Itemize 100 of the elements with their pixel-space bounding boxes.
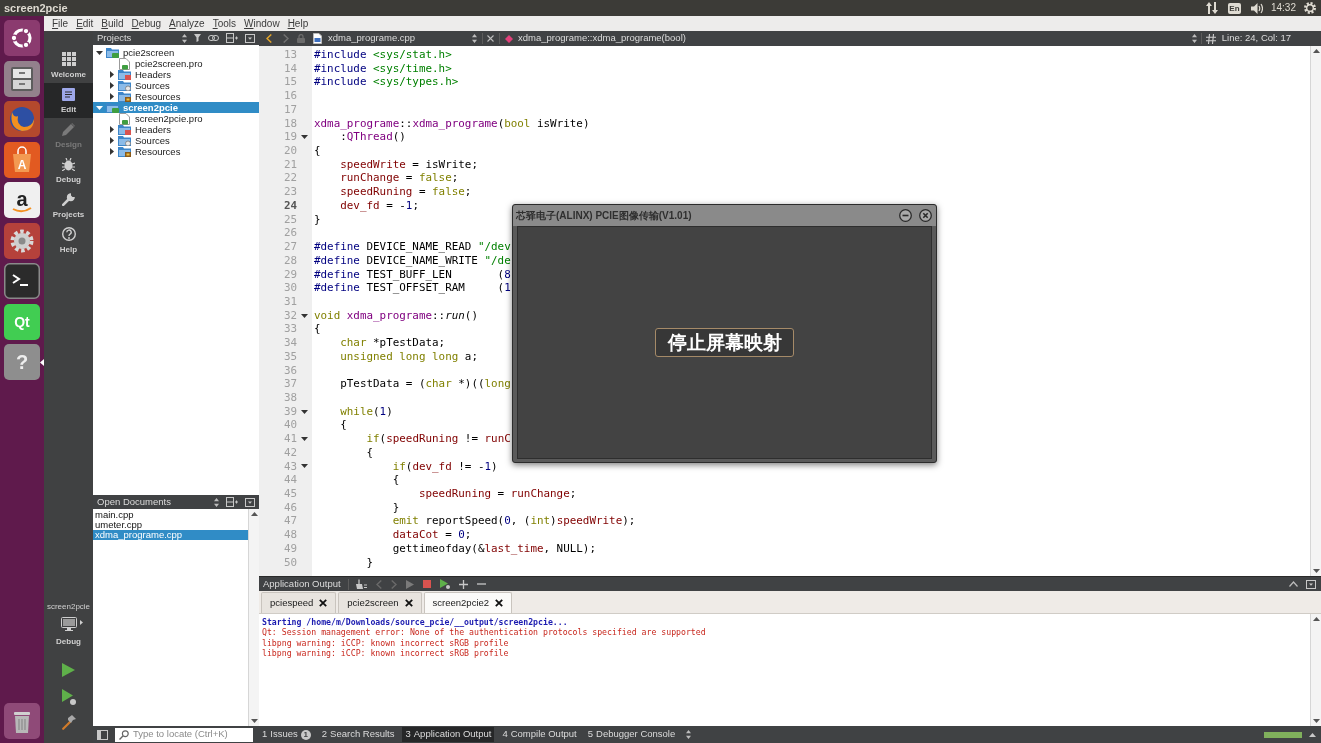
ring-logo-icon[interactable] [4, 20, 40, 56]
fold-arrow-icon[interactable] [301, 437, 308, 441]
up-down-arrows-icon[interactable] [472, 34, 477, 43]
network-arrows-icon[interactable] [1205, 2, 1218, 14]
document-item[interactable]: main.cpp [93, 510, 248, 520]
document-item[interactable]: xdma_programe.cpp [93, 530, 248, 540]
dropdown-arrow-icon[interactable] [80, 620, 83, 625]
cursor-position[interactable]: Line: 24, Col: 17 [1221, 31, 1291, 46]
trash-icon[interactable] [4, 703, 40, 739]
output-pane-button[interactable]: 2 Search Results [318, 727, 398, 742]
clock[interactable]: 14:32 [1270, 1, 1296, 15]
volume-icon[interactable] [1250, 2, 1263, 14]
caret-up-icon[interactable] [1312, 49, 1320, 53]
menu-item[interactable]: Window [240, 17, 284, 30]
caret-right-icon[interactable] [109, 71, 114, 78]
caret-right-icon[interactable] [109, 126, 114, 133]
up-down-arrows-icon[interactable] [214, 497, 219, 507]
menu-item[interactable]: Tools [208, 17, 241, 30]
stop-mapping-button[interactable]: 停止屏幕映射 [655, 328, 794, 357]
link-icon[interactable] [208, 35, 219, 41]
scrollbar[interactable] [1310, 614, 1321, 726]
document-item[interactable]: umeter.cpp [93, 520, 248, 530]
tree-item[interactable]: Resources [93, 146, 259, 157]
fold-arrow-icon[interactable] [301, 409, 308, 414]
menu-item[interactable]: Edit [72, 17, 98, 30]
tree-item[interactable]: Sources [93, 80, 259, 91]
scrollbar[interactable] [248, 509, 259, 726]
caret-right-icon[interactable] [109, 82, 114, 89]
output-tab[interactable]: screen2pcie2 [423, 592, 513, 613]
hash-icon[interactable] [1205, 33, 1216, 44]
up-down-arrows-icon[interactable] [686, 730, 692, 739]
close-panel-icon[interactable] [245, 33, 255, 43]
run-icon[interactable] [62, 663, 75, 677]
mode-button[interactable]: Edit [44, 83, 93, 118]
filter-icon[interactable] [194, 34, 201, 42]
chevron-up-icon[interactable] [1289, 581, 1298, 587]
mode-button[interactable]: Projects [44, 188, 93, 223]
debug-run-icon[interactable] [61, 689, 76, 705]
caret-down-icon[interactable] [96, 50, 103, 55]
caret-up-icon[interactable] [1312, 617, 1320, 621]
minimize-icon[interactable] [899, 209, 912, 222]
output-pane-button[interactable]: 5 Debugger Console [584, 727, 679, 742]
output-tab[interactable]: pciespeed [261, 592, 337, 613]
minus-icon[interactable] [476, 583, 486, 585]
hammer-icon[interactable] [61, 715, 76, 730]
caret-down-icon[interactable] [250, 719, 258, 723]
up-down-arrows-icon[interactable] [182, 33, 187, 43]
output-pane-button[interactable]: 4 Compile Output [499, 727, 580, 742]
caret-up-icon[interactable] [1309, 732, 1316, 737]
tree-item[interactable]: pcie2screen.pro [93, 58, 259, 69]
close-icon[interactable] [404, 599, 413, 607]
split-icon[interactable] [226, 33, 238, 43]
symbol-dropdown[interactable]: xdma_programe::xdma_programe(bool) [505, 31, 1197, 46]
settings-gear-icon[interactable] [1304, 2, 1316, 14]
tree-item[interactable]: screen2pcie.pro [93, 113, 259, 124]
fold-arrow-icon[interactable] [301, 135, 308, 140]
output-pane-button[interactable]: 1 Issues 1 [259, 727, 314, 742]
caret-down-icon[interactable] [1312, 719, 1320, 723]
menu-item[interactable]: Help [283, 17, 313, 30]
monitor-icon[interactable] [61, 617, 77, 631]
menu-item[interactable]: Build [97, 17, 128, 30]
tree-item[interactable]: Sources [93, 135, 259, 146]
broom-icon[interactable] [355, 579, 367, 589]
mode-button[interactable]: Help [44, 223, 93, 258]
caret-right-icon[interactable] [109, 137, 114, 144]
menu-item[interactable]: Debug [127, 17, 166, 30]
output-tab[interactable]: pcie2screen [338, 592, 422, 613]
tree-item[interactable]: Headers [93, 124, 259, 135]
close-icon[interactable] [319, 599, 328, 607]
menu-item[interactable]: File [48, 17, 73, 30]
tree-item[interactable]: screen2pcie [93, 102, 259, 113]
fold-arrow-icon[interactable] [301, 313, 308, 318]
menu-item[interactable]: Analyze [165, 17, 209, 30]
caret-right-icon[interactable] [109, 148, 114, 155]
fold-arrow-icon[interactable] [301, 464, 308, 469]
keyboard-indicator[interactable]: En [1227, 2, 1241, 14]
caret-right-icon[interactable] [109, 93, 114, 100]
close-panel-icon[interactable] [1306, 579, 1316, 589]
tree-item[interactable]: Headers [93, 69, 259, 80]
mode-button[interactable]: Welcome [44, 48, 93, 83]
caret-up-icon[interactable] [250, 512, 258, 516]
tree-item[interactable]: Resources [93, 91, 259, 102]
mode-button[interactable]: Debug [44, 153, 93, 188]
file-dropdown[interactable]: xdma_programe.cpp [328, 31, 478, 46]
stop-icon[interactable] [422, 580, 431, 588]
debug-run-icon[interactable] [439, 579, 450, 589]
close-icon[interactable] [495, 599, 504, 607]
sidebar-toggle-icon[interactable] [97, 729, 108, 740]
terminal-icon[interactable] [4, 263, 40, 299]
split-icon[interactable] [226, 497, 238, 507]
locate-field[interactable]: Type to locate (Ctrl+K) [115, 727, 253, 742]
scrollbar[interactable] [1310, 46, 1321, 576]
caret-down-icon[interactable] [1312, 569, 1320, 573]
up-down-arrows-icon[interactable] [1191, 34, 1197, 43]
close-panel-icon[interactable] [245, 497, 255, 507]
plus-icon[interactable] [458, 579, 468, 589]
output-pane-button[interactable]: 3 Application Output [402, 727, 495, 742]
tree-item[interactable]: pcie2screen [93, 47, 259, 58]
drawer-icon[interactable] [4, 60, 40, 97]
settings-gear-icon[interactable] [4, 222, 40, 259]
